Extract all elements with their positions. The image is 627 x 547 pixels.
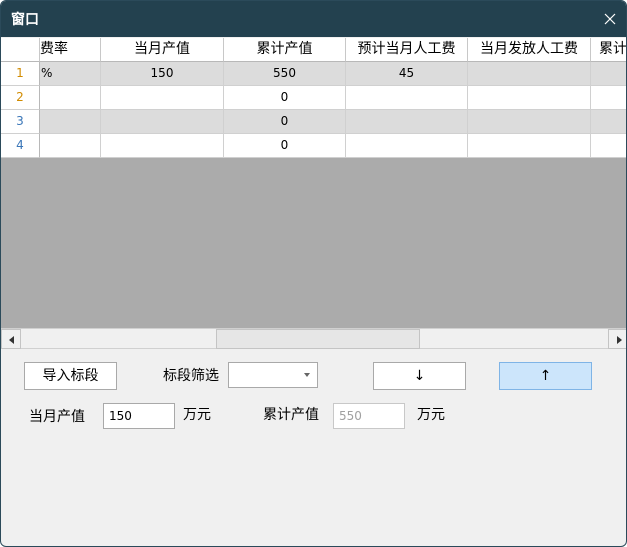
table-cell[interactable] (40, 86, 101, 110)
table-cell[interactable] (40, 134, 101, 158)
chevron-down-icon (304, 373, 310, 377)
move-down-button[interactable]: ↓ (373, 362, 466, 390)
row-number[interactable]: 2 (1, 86, 40, 110)
import-section-button[interactable]: 导入标段 (24, 362, 117, 390)
scrollbar-thumb[interactable] (216, 329, 420, 349)
table-cell[interactable]: 0 (224, 110, 346, 134)
column-header[interactable]: 当月发放人工费 (468, 38, 591, 62)
window: 窗口 费率 当月产值 累计产值 预计当月人工费 当月发放人工费 累计 1 % 1… (0, 0, 627, 547)
section-filter-dropdown[interactable] (228, 362, 318, 388)
cumulative-output-input[interactable]: 550 (333, 403, 405, 429)
table-cell[interactable] (591, 62, 626, 86)
table-cell[interactable] (346, 86, 468, 110)
table-cell[interactable] (101, 86, 224, 110)
column-header[interactable]: 累计产值 (224, 38, 346, 62)
table-cell[interactable] (346, 134, 468, 158)
column-header[interactable]: 费率 (40, 38, 101, 62)
table-cell[interactable]: 550 (224, 62, 346, 86)
cumulative-unit-label: 万元 (417, 407, 445, 423)
corner-header-cell (1, 38, 40, 62)
table-cell[interactable] (468, 110, 591, 134)
monthly-output-input[interactable]: 150 (103, 403, 175, 429)
window-title: 窗口 (11, 12, 39, 28)
monthly-output-label: 当月产值 (29, 409, 85, 425)
table-cell[interactable] (468, 86, 591, 110)
table-cell[interactable]: 0 (224, 86, 346, 110)
table-cell[interactable] (101, 134, 224, 158)
scroll-left-button[interactable] (1, 329, 21, 349)
column-header[interactable]: 预计当月人工费 (346, 38, 468, 62)
row-number[interactable]: 3 (1, 110, 40, 134)
table-cell[interactable] (101, 110, 224, 134)
data-grid: 费率 当月产值 累计产值 预计当月人工费 当月发放人工费 累计 1 % 150 … (1, 38, 626, 328)
table-cell[interactable] (468, 62, 591, 86)
title-bar: 窗口 (1, 1, 626, 37)
table-cell[interactable]: 45 (346, 62, 468, 86)
scroll-right-arrow-icon (617, 336, 622, 344)
column-header[interactable]: 累计 (591, 38, 626, 62)
cumulative-output-label: 累计产值 (263, 407, 319, 423)
close-button[interactable] (598, 7, 622, 31)
scroll-right-button[interactable] (608, 329, 626, 349)
table-cell[interactable] (591, 134, 626, 158)
move-up-button[interactable]: ↑ (499, 362, 592, 390)
table-cell[interactable] (591, 110, 626, 134)
row-number[interactable]: 1 (1, 62, 40, 86)
table-cell[interactable]: 150 (101, 62, 224, 86)
table-cell[interactable]: % (40, 62, 101, 86)
table-cell[interactable]: 0 (224, 134, 346, 158)
close-icon (604, 13, 616, 25)
filter-label: 标段筛选 (163, 368, 219, 384)
table-cell[interactable] (591, 86, 626, 110)
horizontal-scrollbar[interactable] (1, 328, 626, 349)
column-header[interactable]: 当月产值 (101, 38, 224, 62)
table-cell[interactable] (40, 110, 101, 134)
table-cell[interactable] (346, 110, 468, 134)
scroll-left-arrow-icon (9, 336, 14, 344)
table-cell[interactable] (468, 134, 591, 158)
row-number[interactable]: 4 (1, 134, 40, 158)
monthly-unit-label: 万元 (183, 407, 211, 423)
